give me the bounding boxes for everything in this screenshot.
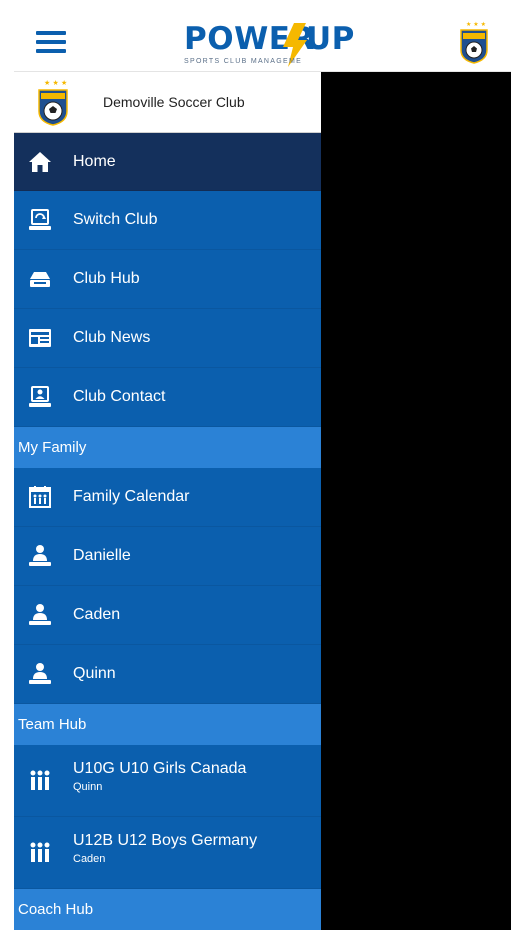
section-coach-hub: Coach Hub bbox=[14, 889, 321, 930]
nav-item-family-calendar[interactable]: Family Calendar bbox=[14, 468, 321, 527]
team-name: U12B U12 Boys Germany bbox=[73, 832, 258, 849]
nav-item-label: Caden bbox=[73, 606, 121, 623]
nav-item-family-member[interactable]: Quinn bbox=[14, 645, 321, 704]
nav-item-label: Switch Club bbox=[73, 211, 158, 228]
team-name: U10G U10 Girls Canada bbox=[73, 760, 247, 777]
nav-item-club-news[interactable]: Club News bbox=[14, 309, 321, 368]
content-backdrop[interactable] bbox=[321, 72, 511, 930]
nav-item-family-member[interactable]: Caden bbox=[14, 586, 321, 645]
section-my-family: My Family bbox=[14, 427, 321, 468]
logo-tagline: SPORTS CLUB MANAGEMENT bbox=[184, 58, 301, 65]
nav-item-label: Club News bbox=[73, 329, 151, 346]
nav-item-switch-club[interactable]: Switch Club bbox=[14, 191, 321, 250]
nav-item-label: Home bbox=[73, 152, 116, 170]
powerup-logo: POWER UP SPORTS CLUB MANAGEMENT bbox=[168, 20, 373, 68]
navigation-drawer: ★ ★ ★ Demoville Soccer Club Home Switch … bbox=[14, 72, 321, 930]
person-icon bbox=[29, 545, 51, 566]
person-icon bbox=[29, 663, 51, 684]
contact-icon bbox=[29, 386, 51, 407]
club-hub-icon bbox=[30, 272, 50, 287]
family-calendar-icon bbox=[29, 486, 51, 508]
team-member-name: Quinn bbox=[73, 781, 103, 793]
logo-word-up: UP bbox=[306, 21, 355, 57]
nav-item-home[interactable]: Home bbox=[14, 133, 321, 191]
nav-item-club-contact[interactable]: Club Contact bbox=[14, 368, 321, 427]
team-member-name: Caden bbox=[73, 853, 106, 865]
nav-item-label: Danielle bbox=[73, 547, 131, 564]
svg-text:★ ★ ★: ★ ★ ★ bbox=[44, 79, 67, 87]
nav-item-label: Quinn bbox=[73, 665, 116, 682]
nav-item-label: Family Calendar bbox=[73, 488, 190, 505]
nav-item-label: Club Hub bbox=[73, 270, 140, 287]
team-icon bbox=[30, 770, 50, 790]
section-team-hub: Team Hub bbox=[14, 704, 321, 745]
team-icon bbox=[30, 842, 50, 862]
nav-item-team[interactable]: U12B U12 Boys Germany Caden bbox=[14, 817, 321, 889]
nav-item-team[interactable]: U10G U10 Girls Canada Quinn bbox=[14, 745, 321, 817]
menu-icon[interactable] bbox=[36, 31, 66, 55]
nav-item-club-hub[interactable]: Club Hub bbox=[14, 250, 321, 309]
nav-item-family-member[interactable]: Danielle bbox=[14, 527, 321, 586]
club-header[interactable]: ★ ★ ★ Demoville Soccer Club bbox=[14, 72, 321, 133]
app-bar: POWER UP SPORTS CLUB MANAGEMENT ★ ★ ★ bbox=[14, 14, 511, 72]
person-icon bbox=[29, 604, 51, 625]
club-name: Demoville Soccer Club bbox=[103, 94, 245, 110]
home-icon bbox=[29, 151, 51, 172]
nav-item-label: Club Contact bbox=[73, 388, 166, 405]
club-crest-icon: ★ ★ ★ bbox=[38, 79, 68, 126]
news-icon bbox=[29, 329, 51, 347]
svg-text:★ ★ ★: ★ ★ ★ bbox=[466, 21, 486, 28]
club-crest-icon[interactable]: ★ ★ ★ bbox=[457, 20, 491, 64]
switch-club-icon bbox=[29, 209, 51, 230]
